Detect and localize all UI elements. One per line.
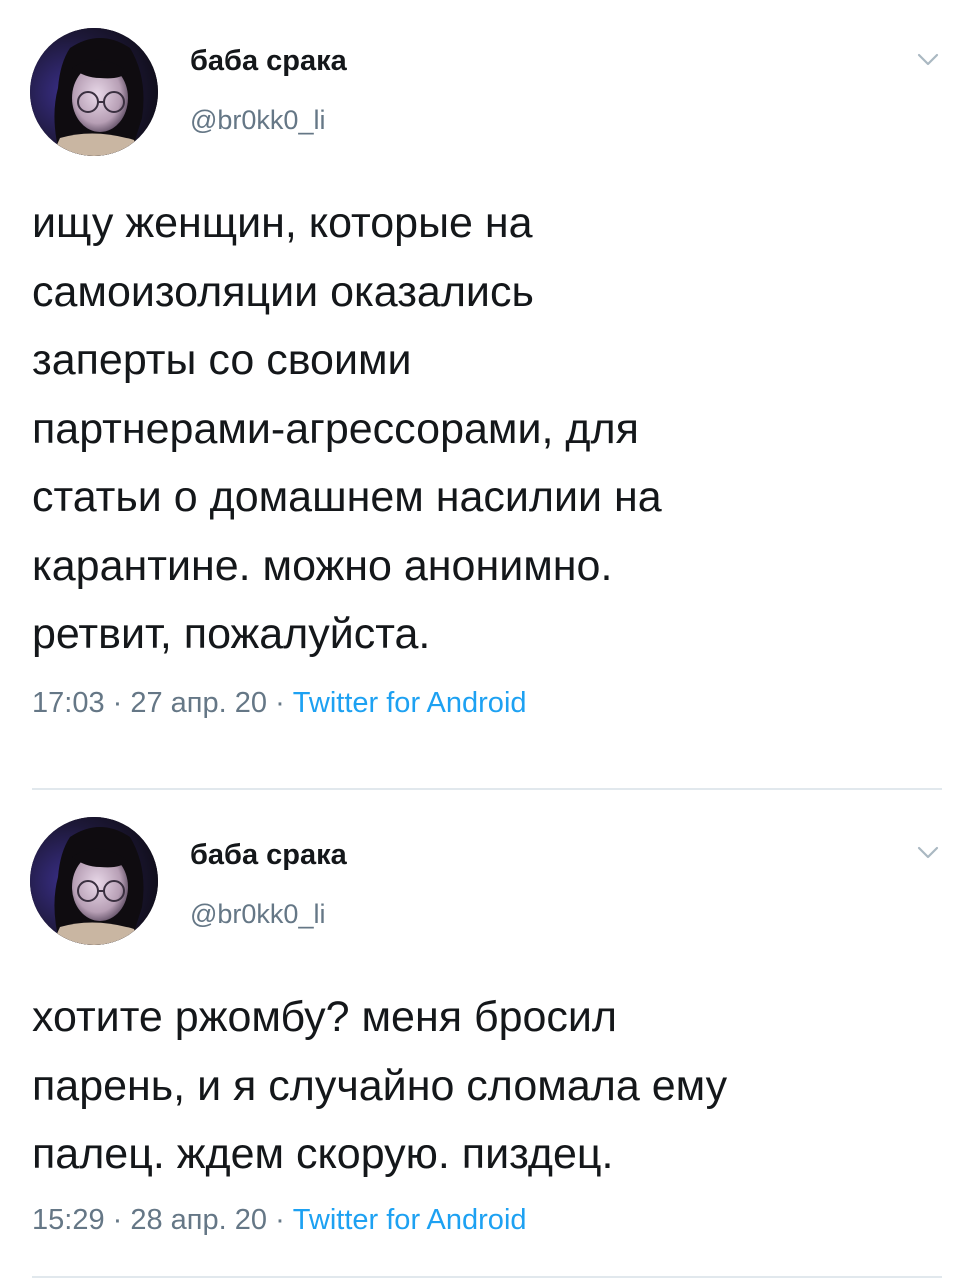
meta-separator: ·: [104, 687, 131, 719]
tweet-source-link[interactable]: Twitter for Android: [293, 687, 527, 719]
tweet-text-line: карантине. можно анонимно.: [32, 541, 613, 590]
tweet-menu-button[interactable]: [910, 45, 946, 75]
tweet-text: хотите ржомбу? меня бросил парень, и я с…: [32, 983, 932, 1189]
meta-separator: ·: [267, 687, 293, 719]
tweet-text-line: заперты со своими: [32, 336, 412, 384]
tweet-metadata: 17:03 · 27 апр. 20 · Twitter for Android: [32, 686, 527, 720]
tweet-source-link[interactable]: Twitter for Android: [293, 1204, 527, 1236]
tweet-text: ищу женщин, которые на самоизоляции оказ…: [32, 189, 932, 669]
chevron-down-icon: [917, 846, 939, 859]
tweet-text-line: самоизоляции оказались: [32, 267, 534, 316]
user-avatar[interactable]: [30, 28, 158, 156]
tweet-text-line: ретвит, пожалуйста.: [32, 610, 431, 658]
tweet-time[interactable]: 17:03: [32, 687, 105, 719]
avatar-photo-icon: [30, 817, 158, 945]
tweet-text-line: хотите ржомбу? меня бросил: [32, 993, 618, 1041]
chevron-down-icon: [917, 53, 939, 66]
tweet-text-line: парень, и я случайно сломала ему: [32, 1061, 728, 1110]
tweet[interactable]: баба срака @br0kk0_li хотите ржомбу? мен…: [0, 790, 974, 1278]
user-handle[interactable]: @br0kk0_li: [190, 898, 325, 930]
tweet-metadata: 15:29 · 28 апр. 20 · Twitter for Android: [32, 1203, 527, 1237]
tweet-text-line: ищу женщин, которые на: [32, 199, 533, 247]
tweet-text-line: статьи о домашнем насилии на: [32, 473, 662, 521]
tweet[interactable]: баба срака @br0kk0_li ищу женщин, которы…: [0, 0, 974, 788]
tweet-time[interactable]: 15:29: [32, 1204, 105, 1236]
meta-separator: ·: [267, 1204, 293, 1236]
tweet-date[interactable]: 28 апр. 20: [130, 1204, 267, 1236]
tweet-text-line: партнерами-агрессорами, для: [32, 404, 639, 453]
tweet-text-line: палец. ждем скорую. пиздец.: [32, 1130, 614, 1178]
avatar-photo-icon: [30, 28, 158, 156]
user-handle[interactable]: @br0kk0_li: [190, 104, 325, 136]
display-name[interactable]: баба срака: [190, 838, 347, 872]
tweet-divider: [32, 1276, 942, 1278]
tweet-menu-button[interactable]: [910, 838, 946, 868]
tweet-date[interactable]: 27 апр. 20: [130, 687, 267, 719]
user-avatar[interactable]: [30, 817, 158, 945]
meta-separator: ·: [104, 1204, 131, 1236]
display-name[interactable]: баба срака: [190, 44, 347, 78]
